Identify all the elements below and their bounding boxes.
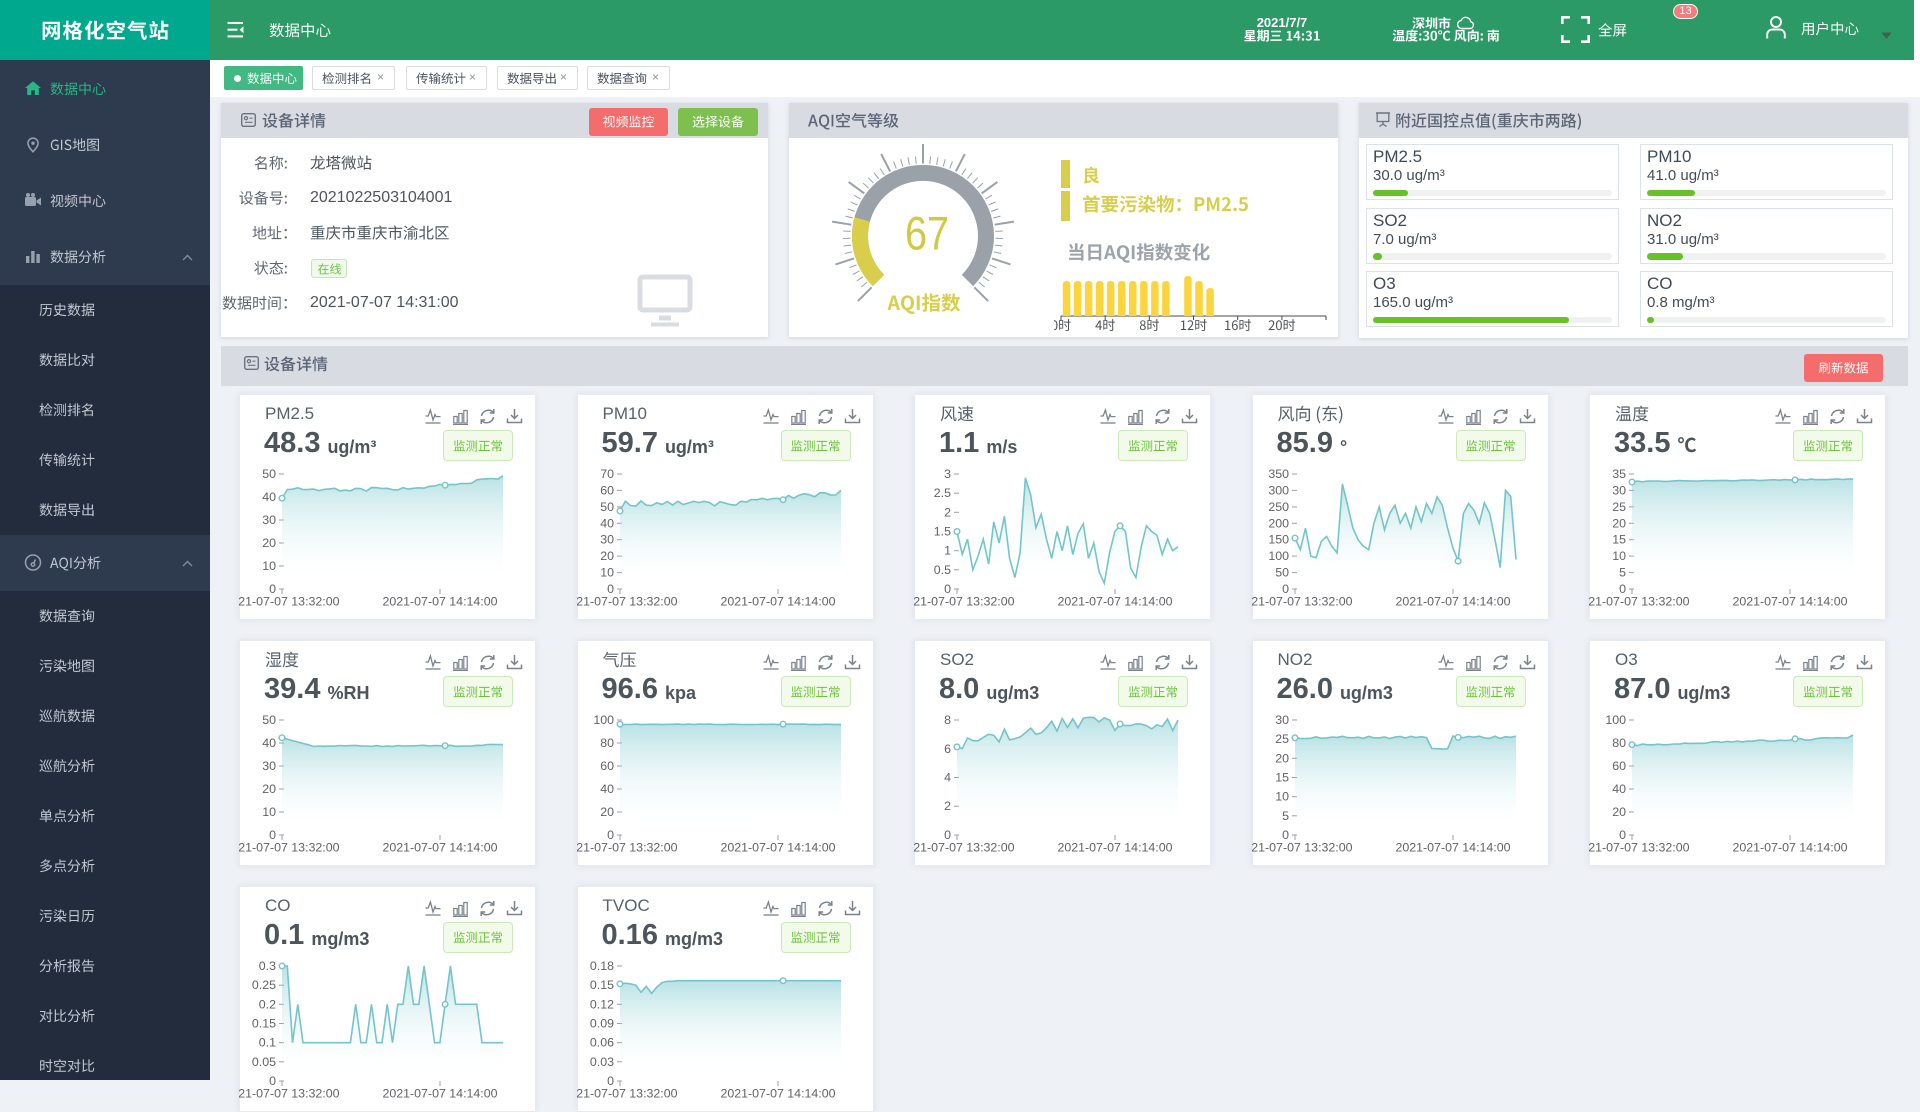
svg-text:6: 6 bbox=[944, 742, 951, 756]
svg-text:2021-07-07 14:14:00: 2021-07-07 14:14:00 bbox=[382, 595, 497, 609]
svg-text:0.15: 0.15 bbox=[252, 1016, 276, 1030]
svg-text:70: 70 bbox=[600, 467, 614, 481]
svg-text:2021-07-07 14:14:00: 2021-07-07 14:14:00 bbox=[1732, 595, 1847, 609]
svg-text:250: 250 bbox=[1268, 500, 1289, 514]
svg-text:2021-07-07 13:32:00: 2021-07-07 13:32:00 bbox=[577, 1086, 678, 1100]
svg-text:50: 50 bbox=[600, 500, 614, 514]
svg-text:0.25: 0.25 bbox=[252, 978, 276, 992]
svg-text:30: 30 bbox=[262, 759, 276, 773]
svg-text:0.09: 0.09 bbox=[589, 1016, 613, 1030]
svg-text:80: 80 bbox=[1612, 736, 1626, 750]
svg-text:150: 150 bbox=[1268, 533, 1289, 547]
svg-text:0.12: 0.12 bbox=[589, 997, 613, 1011]
svg-text:30: 30 bbox=[1612, 483, 1626, 497]
svg-text:2021-07-07 13:32:00: 2021-07-07 13:32:00 bbox=[1252, 595, 1353, 609]
svg-text:60: 60 bbox=[600, 483, 614, 497]
svg-text:10: 10 bbox=[1275, 790, 1289, 804]
svg-text:2021-07-07 13:32:00: 2021-07-07 13:32:00 bbox=[577, 841, 678, 855]
svg-text:100: 100 bbox=[593, 713, 614, 727]
svg-text:40: 40 bbox=[262, 736, 276, 750]
svg-text:0.2: 0.2 bbox=[259, 997, 276, 1011]
svg-text:10: 10 bbox=[262, 805, 276, 819]
svg-text:20: 20 bbox=[1275, 751, 1289, 765]
svg-text:0.15: 0.15 bbox=[589, 978, 613, 992]
svg-text:2021-07-07 14:14:00: 2021-07-07 14:14:00 bbox=[1057, 595, 1172, 609]
svg-text:60: 60 bbox=[1612, 759, 1626, 773]
svg-text:2021-07-07 14:14:00: 2021-07-07 14:14:00 bbox=[1057, 841, 1172, 855]
svg-text:50: 50 bbox=[262, 713, 276, 727]
svg-text:100: 100 bbox=[1268, 549, 1289, 563]
svg-text:10: 10 bbox=[1612, 549, 1626, 563]
svg-text:15: 15 bbox=[1275, 771, 1289, 785]
svg-text:2021-07-07 13:32:00: 2021-07-07 13:32:00 bbox=[1252, 841, 1353, 855]
svg-text:2.5: 2.5 bbox=[934, 486, 951, 500]
svg-text:10: 10 bbox=[262, 559, 276, 573]
svg-text:1: 1 bbox=[944, 544, 951, 558]
svg-text:5: 5 bbox=[1619, 566, 1626, 580]
svg-text:1.5: 1.5 bbox=[934, 525, 951, 539]
svg-text:2021-07-07 13:32:00: 2021-07-07 13:32:00 bbox=[1589, 595, 1690, 609]
svg-text:35: 35 bbox=[1612, 467, 1626, 481]
svg-text:100: 100 bbox=[1605, 713, 1626, 727]
svg-text:2021-07-07 14:14:00: 2021-07-07 14:14:00 bbox=[1395, 595, 1510, 609]
svg-text:2021-07-07 13:32:00: 2021-07-07 13:32:00 bbox=[239, 1086, 340, 1100]
svg-text:0.18: 0.18 bbox=[589, 959, 613, 973]
svg-text:25: 25 bbox=[1275, 732, 1289, 746]
svg-text:40: 40 bbox=[600, 782, 614, 796]
svg-text:0.1: 0.1 bbox=[259, 1035, 276, 1049]
svg-text:4: 4 bbox=[944, 771, 951, 785]
svg-text:40: 40 bbox=[1612, 782, 1626, 796]
svg-text:2021-07-07 13:32:00: 2021-07-07 13:32:00 bbox=[914, 841, 1015, 855]
svg-text:20: 20 bbox=[600, 549, 614, 563]
svg-text:3: 3 bbox=[944, 467, 951, 481]
svg-text:2021-07-07 14:14:00: 2021-07-07 14:14:00 bbox=[720, 595, 835, 609]
svg-text:2021-07-07 13:32:00: 2021-07-07 13:32:00 bbox=[1589, 841, 1690, 855]
svg-text:25: 25 bbox=[1612, 500, 1626, 514]
svg-text:20: 20 bbox=[262, 782, 276, 796]
svg-text:40: 40 bbox=[262, 490, 276, 504]
svg-text:40: 40 bbox=[600, 516, 614, 530]
svg-text:2021-07-07 14:14:00: 2021-07-07 14:14:00 bbox=[382, 1086, 497, 1100]
svg-text:2021-07-07 13:32:00: 2021-07-07 13:32:00 bbox=[239, 841, 340, 855]
svg-text:50: 50 bbox=[1275, 566, 1289, 580]
svg-text:20: 20 bbox=[1612, 516, 1626, 530]
svg-text:10: 10 bbox=[600, 566, 614, 580]
svg-text:0.06: 0.06 bbox=[589, 1035, 613, 1049]
svg-text:0.3: 0.3 bbox=[259, 959, 276, 973]
svg-text:300: 300 bbox=[1268, 483, 1289, 497]
svg-text:30: 30 bbox=[262, 513, 276, 527]
svg-text:20: 20 bbox=[1612, 805, 1626, 819]
svg-text:50: 50 bbox=[262, 467, 276, 481]
svg-text:2021-07-07 14:14:00: 2021-07-07 14:14:00 bbox=[1395, 841, 1510, 855]
svg-text:2021-07-07 14:14:00: 2021-07-07 14:14:00 bbox=[382, 841, 497, 855]
svg-text:8: 8 bbox=[944, 713, 951, 727]
svg-text:2021-07-07 13:32:00: 2021-07-07 13:32:00 bbox=[914, 595, 1015, 609]
svg-text:2021-07-07 14:14:00: 2021-07-07 14:14:00 bbox=[1732, 841, 1847, 855]
svg-text:2: 2 bbox=[944, 799, 951, 813]
svg-text:0.5: 0.5 bbox=[934, 563, 951, 577]
svg-text:0.03: 0.03 bbox=[589, 1054, 613, 1068]
svg-text:15: 15 bbox=[1612, 533, 1626, 547]
svg-text:60: 60 bbox=[600, 759, 614, 773]
svg-text:2: 2 bbox=[944, 505, 951, 519]
svg-text:200: 200 bbox=[1268, 516, 1289, 530]
svg-text:0.05: 0.05 bbox=[252, 1054, 276, 1068]
svg-text:20: 20 bbox=[600, 805, 614, 819]
svg-text:80: 80 bbox=[600, 736, 614, 750]
svg-text:67: 67 bbox=[905, 207, 949, 260]
svg-text:20: 20 bbox=[262, 536, 276, 550]
svg-text:5: 5 bbox=[1282, 809, 1289, 823]
svg-text:2021-07-07 14:14:00: 2021-07-07 14:14:00 bbox=[720, 1086, 835, 1100]
svg-text:30: 30 bbox=[1275, 713, 1289, 727]
svg-text:350: 350 bbox=[1268, 467, 1289, 481]
svg-text:30: 30 bbox=[600, 533, 614, 547]
svg-text:2021-07-07 13:32:00: 2021-07-07 13:32:00 bbox=[239, 595, 340, 609]
svg-text:2021-07-07 14:14:00: 2021-07-07 14:14:00 bbox=[720, 841, 835, 855]
svg-text:2021-07-07 13:32:00: 2021-07-07 13:32:00 bbox=[577, 595, 678, 609]
